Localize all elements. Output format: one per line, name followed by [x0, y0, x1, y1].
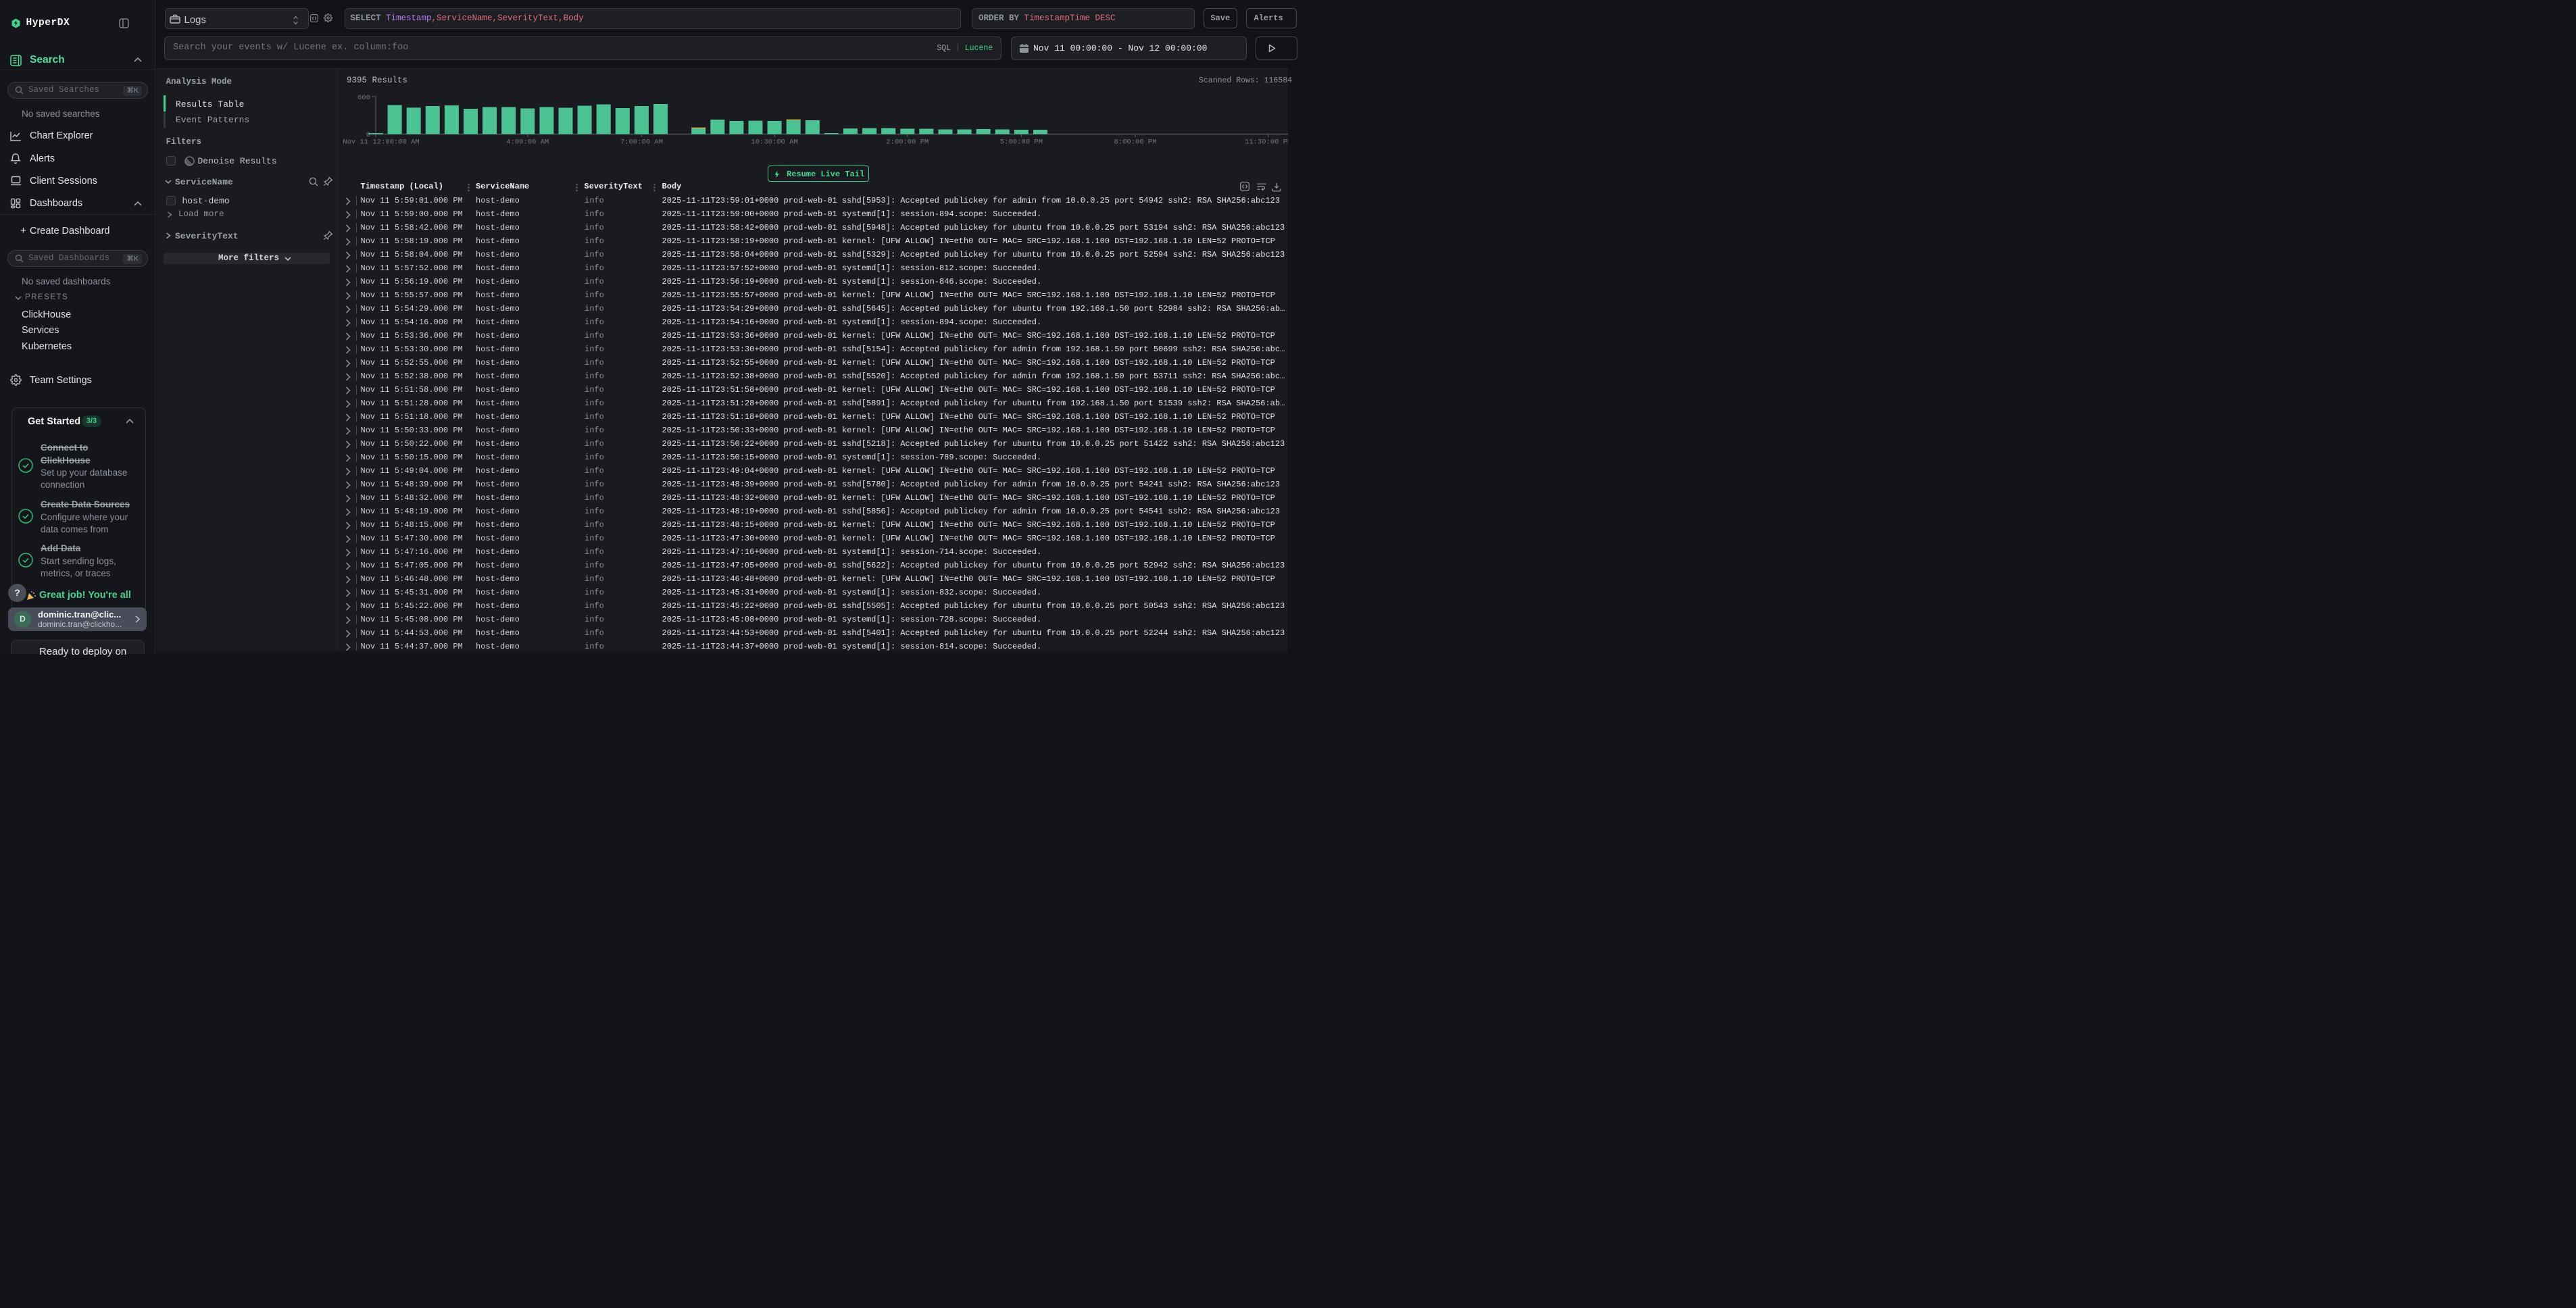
svg-text:11:30:00 PM: 11:30:00 PM — [1245, 139, 1288, 147]
svg-text:2:00:00 PM: 2:00:00 PM — [886, 139, 928, 147]
svg-text:8:00:00 PM: 8:00:00 PM — [1114, 139, 1156, 147]
svg-text:600: 600 — [357, 94, 370, 102]
svg-text:5:00:00 PM: 5:00:00 PM — [1000, 139, 1043, 147]
svg-text:7:00:00 AM: 7:00:00 AM — [620, 139, 663, 147]
svg-text:10:30:00 AM: 10:30:00 AM — [751, 139, 797, 147]
svg-text:4:00:00 AM: 4:00:00 AM — [506, 139, 549, 147]
svg-text:Nov 11 12:00:00 AM: Nov 11 12:00:00 AM — [343, 139, 419, 147]
